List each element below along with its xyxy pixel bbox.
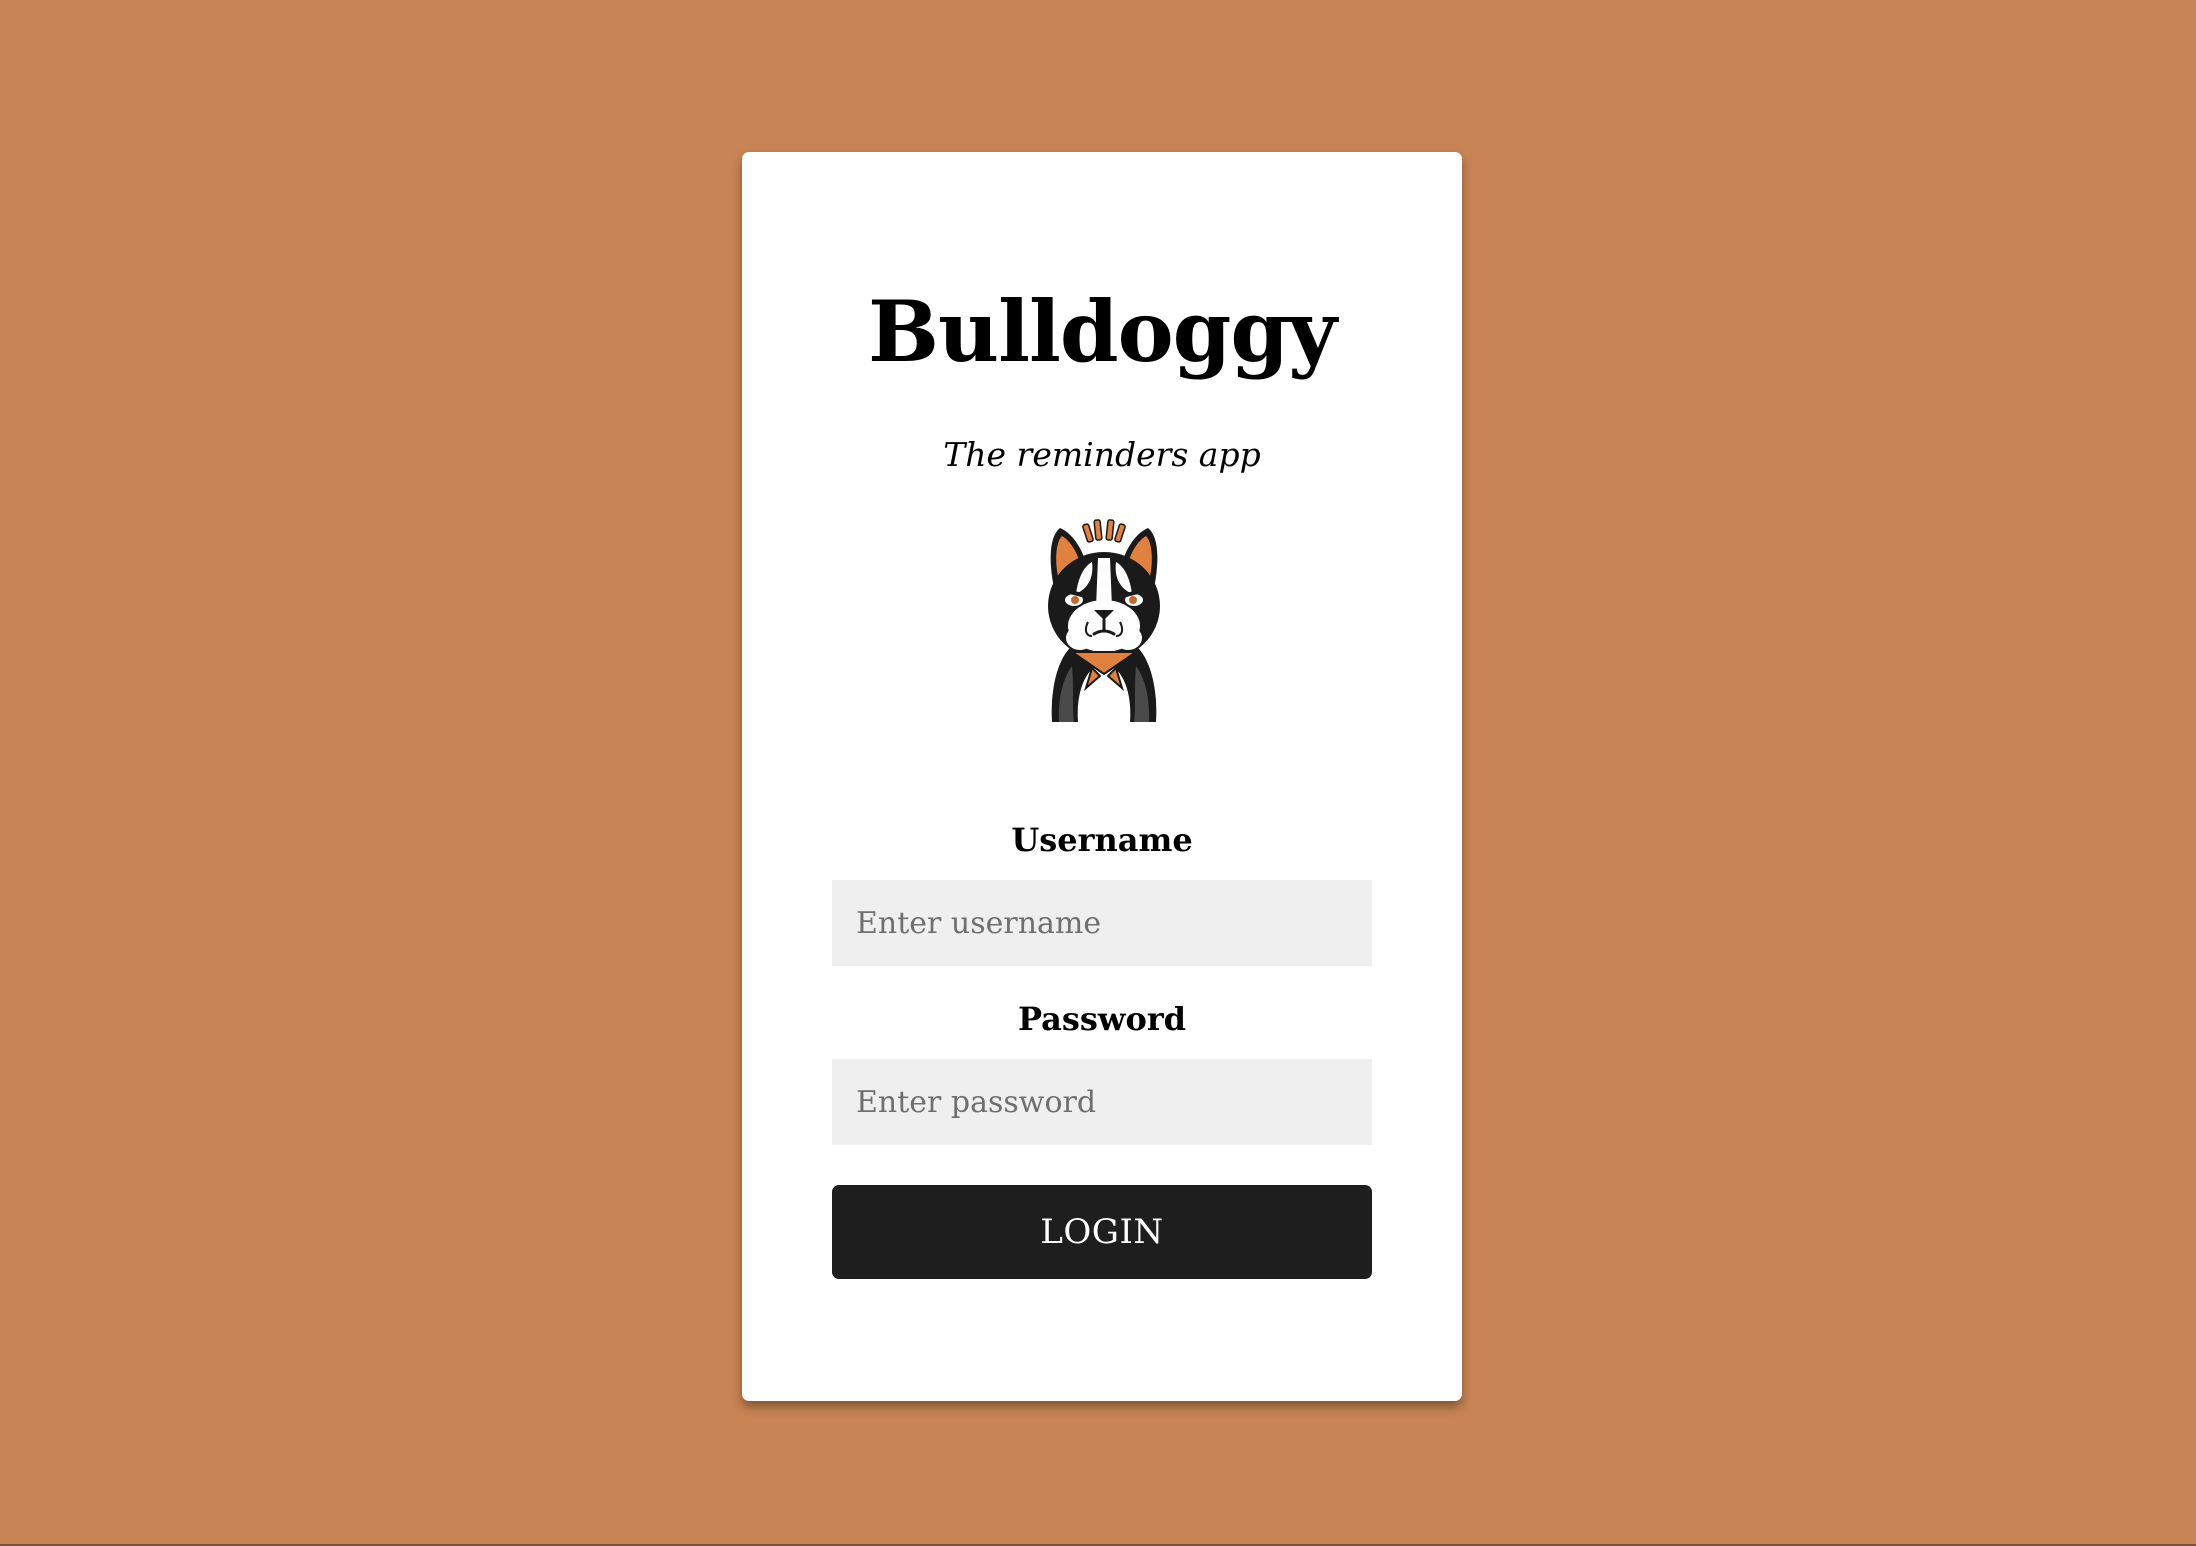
password-input[interactable]	[832, 1059, 1372, 1145]
app-title: Bulldoggy	[868, 282, 1337, 381]
bulldog-mascot-icon	[1048, 519, 1160, 722]
login-button[interactable]: LOGIN	[832, 1185, 1372, 1279]
password-label: Password	[1017, 1000, 1187, 1038]
app-subtitle: The reminders app	[943, 435, 1261, 474]
username-label: Username	[1011, 821, 1193, 859]
username-input[interactable]	[832, 880, 1372, 966]
login-card: Bulldoggy The reminders app Username Ent…	[742, 152, 1462, 1401]
